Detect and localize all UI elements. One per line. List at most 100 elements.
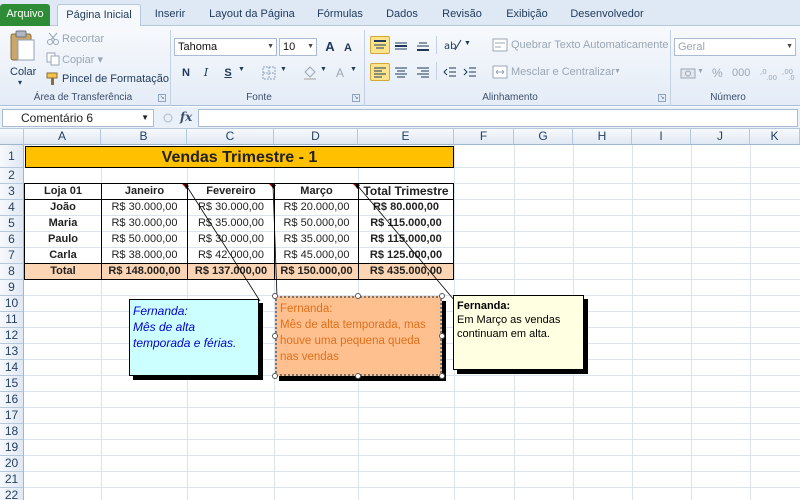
row-header[interactable]: 15 xyxy=(0,376,24,392)
table-cell[interactable]: R$ 30.000,00 xyxy=(102,216,188,232)
alignment-launcher-icon[interactable]: ↘ xyxy=(658,94,666,102)
tab-formulas[interactable]: Fórmulas xyxy=(312,4,368,26)
totals-cell[interactable]: R$ 148.000,00 xyxy=(102,264,188,280)
underline-button[interactable]: S xyxy=(220,64,236,82)
formula-input[interactable] xyxy=(198,109,798,127)
row-header[interactable]: 22 xyxy=(0,488,24,500)
align-right-icon[interactable] xyxy=(416,66,430,78)
chevron-down-icon[interactable]: ▼ xyxy=(141,110,149,126)
name-box[interactable]: Comentário 6 ▼ xyxy=(2,109,154,127)
resize-handle[interactable] xyxy=(439,373,445,379)
tab-inserir[interactable]: Inserir xyxy=(148,4,192,26)
resize-handle[interactable] xyxy=(272,293,278,299)
borders-icon[interactable] xyxy=(262,66,276,80)
table-cell-total[interactable]: R$ 125.000,00 xyxy=(359,248,453,264)
tab-arquivo[interactable]: Arquivo xyxy=(0,4,50,26)
row-header[interactable]: 9 xyxy=(0,280,24,296)
resize-handle[interactable] xyxy=(355,373,361,379)
row-header[interactable]: 19 xyxy=(0,440,24,456)
merge-center-button[interactable]: Mesclar e Centralizar xyxy=(511,66,615,78)
align-bottom-icon[interactable] xyxy=(416,40,430,52)
row-header[interactable]: 14 xyxy=(0,360,24,376)
table-cell-total[interactable]: R$ 80.000,00 xyxy=(359,200,453,216)
paste-button[interactable]: Colar ▾ xyxy=(4,30,38,88)
sheet-title[interactable]: Vendas Trimestre - 1 xyxy=(25,146,454,168)
comment-box-fevereiro[interactable]: Fernanda: Mês de alta temporada, mas hou… xyxy=(275,296,442,376)
row-header[interactable]: 17 xyxy=(0,408,24,424)
chevron-down-icon[interactable]: ▼ xyxy=(464,40,471,47)
column-header-f[interactable]: F xyxy=(454,129,514,145)
select-all-corner[interactable] xyxy=(0,129,24,145)
tab-revisao[interactable]: Revisão xyxy=(436,4,488,26)
column-header-g[interactable]: G xyxy=(514,129,573,145)
chevron-down-icon[interactable]: ▼ xyxy=(238,66,245,73)
table-row-name[interactable]: Paulo xyxy=(25,232,102,248)
tab-exibicao[interactable]: Exibição xyxy=(500,4,554,26)
tab-desenvolvedor[interactable]: Desenvolvedor xyxy=(565,4,649,26)
table-cell-total[interactable]: R$ 115.000,00 xyxy=(359,232,453,248)
comment-box-janeiro[interactable]: Fernanda: Mês de alta temporada e férias… xyxy=(129,299,259,376)
row-header[interactable]: 4 xyxy=(0,200,24,216)
column-header-h[interactable]: H xyxy=(573,129,632,145)
resize-handle[interactable] xyxy=(439,333,445,339)
column-header-i[interactable]: I xyxy=(632,129,691,145)
table-cell[interactable]: R$ 50.000,00 xyxy=(102,232,188,248)
table-cell[interactable]: R$ 35.000,00 xyxy=(275,232,359,248)
thousands-button[interactable]: 000 xyxy=(732,67,750,79)
row-header[interactable]: 18 xyxy=(0,424,24,440)
row-header[interactable]: 2 xyxy=(0,168,24,184)
resize-handle[interactable] xyxy=(272,333,278,339)
column-header-b[interactable]: B xyxy=(101,129,187,145)
row-header[interactable]: 16 xyxy=(0,392,24,408)
chevron-down-icon[interactable]: ▼ xyxy=(614,68,621,75)
clipboard-launcher-icon[interactable]: ↘ xyxy=(158,94,166,102)
table-cell[interactable]: R$ 30.000,00 xyxy=(102,200,188,216)
column-header-c[interactable]: C xyxy=(187,129,274,145)
font-color-button[interactable]: A xyxy=(332,64,348,82)
totals-cell[interactable]: R$ 137.000,00 xyxy=(188,264,275,280)
row-header[interactable]: 6 xyxy=(0,232,24,248)
table-cell[interactable]: R$ 20.000,00 xyxy=(275,200,359,216)
table-row-name[interactable]: João xyxy=(25,200,102,216)
header-cell-fevereiro[interactable]: Fevereiro xyxy=(188,184,275,200)
row-header[interactable]: 7 xyxy=(0,248,24,264)
percent-button[interactable]: % xyxy=(712,66,723,80)
resize-handle[interactable] xyxy=(439,293,445,299)
table-cell[interactable]: R$ 50.000,00 xyxy=(275,216,359,232)
totals-cell[interactable]: R$ 150.000,00 xyxy=(275,264,359,280)
chevron-down-icon[interactable]: ▼ xyxy=(320,66,327,73)
totals-label[interactable]: Total xyxy=(25,264,102,280)
resize-handle[interactable] xyxy=(272,373,278,379)
align-center-icon[interactable] xyxy=(394,66,408,78)
italic-button[interactable]: I xyxy=(198,64,214,82)
chevron-down-icon[interactable]: ▼ xyxy=(697,68,704,75)
row-header[interactable]: 5 xyxy=(0,216,24,232)
column-header-d[interactable]: D xyxy=(274,129,358,145)
orientation-icon[interactable]: ab xyxy=(443,38,463,52)
column-header-j[interactable]: J xyxy=(691,129,750,145)
table-cell[interactable]: R$ 30.000,00 xyxy=(188,232,275,248)
table-row-name[interactable]: Carla xyxy=(25,248,102,264)
row-header[interactable]: 10 xyxy=(0,296,24,312)
tab-pagina-inicial[interactable]: Página Inicial xyxy=(57,4,141,27)
table-cell-total[interactable]: R$ 115.000,00 xyxy=(359,216,453,232)
increase-indent-icon[interactable] xyxy=(463,66,477,78)
tab-layout[interactable]: Layout da Página xyxy=(205,4,299,26)
wrap-text-button[interactable]: Quebrar Texto Automaticamente xyxy=(511,39,669,51)
font-name-combo[interactable]: Tahoma ▼ xyxy=(174,38,277,56)
table-row-name[interactable]: Maria xyxy=(25,216,102,232)
number-format-combo[interactable]: Geral ▼ xyxy=(674,38,796,56)
bold-button[interactable]: N xyxy=(178,64,194,82)
header-cell-marco[interactable]: Março xyxy=(275,184,359,200)
fill-color-icon[interactable] xyxy=(302,66,318,80)
row-header[interactable]: 12 xyxy=(0,328,24,344)
cut-button[interactable]: Recortar xyxy=(62,33,104,45)
header-cell-total[interactable]: Total Trimestre xyxy=(359,184,453,200)
table-cell[interactable]: R$ 35.000,00 xyxy=(188,216,275,232)
currency-icon[interactable] xyxy=(680,66,696,80)
chevron-down-icon[interactable]: ▼ xyxy=(350,66,357,73)
align-top-button[interactable] xyxy=(370,36,390,54)
totals-cell[interactable]: R$ 435.000,00 xyxy=(359,264,453,280)
font-launcher-icon[interactable]: ↘ xyxy=(352,94,360,102)
insert-function-icon[interactable]: fx xyxy=(180,110,192,124)
